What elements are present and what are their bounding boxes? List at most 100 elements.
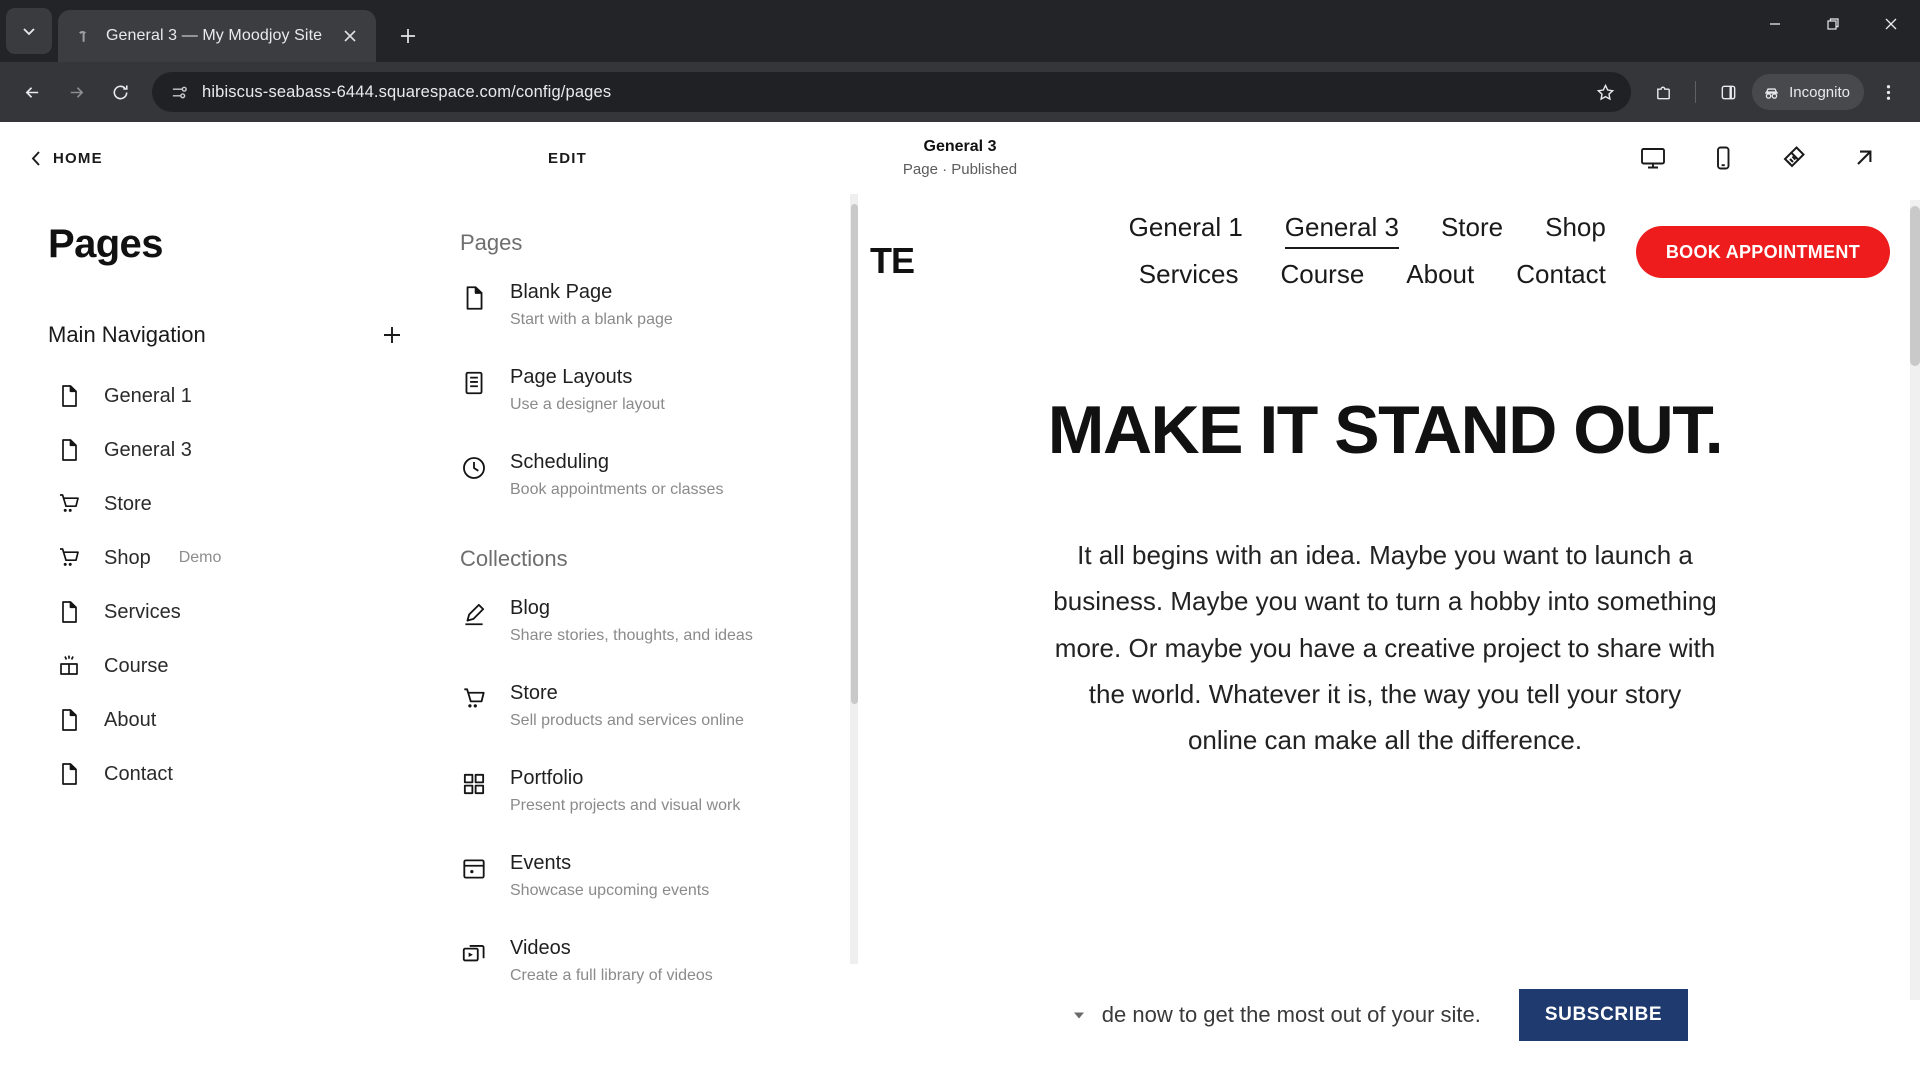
sidebar-item-contact[interactable]: Contact (0, 747, 450, 801)
site-nav-link-general-3[interactable]: General 3 (1284, 212, 1399, 249)
incognito-label: Incognito (1789, 83, 1850, 101)
page-status: Page · Published (902, 160, 1018, 178)
site-preview: TE General 1 General 3 Store Shop Services Co… (850, 194, 1920, 1064)
page-icon (460, 284, 488, 312)
sidebar-item-services[interactable]: Services (0, 585, 450, 639)
book-appointment-button[interactable]: BOOK APPOINTMENT (1635, 226, 1890, 278)
site-nav-link-shop[interactable]: Shop (1545, 212, 1606, 249)
page-icon (56, 383, 82, 409)
add-page-button[interactable] (376, 319, 408, 351)
menu-item-desc: Showcase upcoming events (510, 881, 710, 899)
forward-button[interactable] (56, 72, 96, 112)
menu-item-title: Store (510, 682, 558, 705)
sidebar-item-label: Course (104, 654, 169, 677)
menu-item-videos[interactable]: Videos Create a full library of videos (450, 926, 850, 997)
close-tab-button[interactable] (336, 22, 364, 50)
back-button[interactable] (12, 72, 52, 112)
menu-item-desc: Create a full library of videos (510, 966, 713, 984)
browser-tab[interactable]: General 3 — My Moodjoy Site (58, 10, 377, 62)
sidebar-item-shop[interactable]: Shop Demo (0, 531, 450, 585)
sidebar-item-store[interactable]: Store (0, 477, 450, 531)
address-bar[interactable]: hibiscus-seabass-6444.squarespace.com/co… (152, 72, 1632, 112)
plus-icon (401, 29, 416, 43)
cart-icon (60, 548, 79, 566)
menu-item-portfolio[interactable]: Portfolio Present projects and visual wor… (450, 756, 850, 827)
maximize-window-button[interactable] (1804, 0, 1862, 48)
menu-item-desc: Share stories, thoughts, and ideas (510, 627, 753, 645)
menu-item-store[interactable]: Store Sell products and services online (450, 671, 850, 742)
menu-item-text: Store Sell products and services online (510, 681, 744, 732)
home-label: HOME (53, 149, 103, 167)
minimize-window-button[interactable] (1746, 0, 1804, 48)
sidebar-item-label: Services (104, 600, 181, 623)
menu-item-page-layouts[interactable]: Page Layouts Use a designer layout (450, 355, 850, 426)
tab-strip: General 3 — My Moodjoy Site (0, 0, 1920, 62)
star-icon (1596, 83, 1614, 100)
site-nav-link-contact[interactable]: Contact (1516, 259, 1606, 294)
cart-icon (56, 491, 82, 517)
sidebar-item-general-3[interactable]: General 3 (0, 423, 450, 477)
preview-right-scrollbar-thumb[interactable] (1910, 206, 1920, 366)
grid-icon (463, 773, 485, 795)
page-icon (62, 763, 77, 785)
squarespace-header: HOME EDIT General 3 Page · Published (0, 122, 1920, 194)
site-nav-link-services[interactable]: Services (1139, 259, 1239, 294)
menu-item-events[interactable]: Events Showcase upcoming events (450, 841, 850, 912)
page-icon (56, 707, 82, 733)
menu-item-title: Page Layouts (510, 365, 633, 388)
sidebar-item-general-1[interactable]: General 1 (0, 369, 450, 423)
menu-collections-list: Blog Share stories, thoughts, and ideas St… (450, 586, 850, 996)
subscribe-banner: de now to get the most out of your site.… (850, 964, 1910, 1064)
preview-right-scrollbar[interactable] (1910, 200, 1920, 1000)
page-icon (62, 601, 77, 623)
site-logo[interactable]: TE (870, 240, 915, 282)
menu-item-scheduling[interactable]: Scheduling Book appointments or classes (450, 440, 850, 511)
page-icon (56, 599, 82, 625)
menu-item-text: Blank Page Start with a blank page (510, 280, 673, 331)
desktop-view-button[interactable] (1638, 143, 1668, 173)
window-controls (1746, 0, 1920, 48)
tab-search-button[interactable] (6, 8, 52, 54)
collapse-banner-caret-icon[interactable] (1072, 1008, 1086, 1022)
page-icon (56, 761, 82, 787)
edit-button[interactable]: EDIT (548, 150, 587, 167)
site-styles-button[interactable] (1778, 142, 1810, 174)
main-navigation-header: Main Navigation (0, 319, 450, 351)
menu-item-text: Scheduling Book appointments or classes (510, 450, 723, 501)
site-nav-link-general-1[interactable]: General 1 (1129, 212, 1243, 249)
new-tab-button[interactable] (388, 16, 428, 56)
close-window-button[interactable] (1862, 0, 1920, 48)
side-panel-button[interactable] (1708, 72, 1748, 112)
extensions-button[interactable] (1643, 72, 1683, 112)
subscribe-button[interactable]: SUBSCRIBE (1518, 988, 1689, 1041)
pages-heading: Pages (48, 222, 163, 266)
hero-title[interactable]: MAKE IT STAND OUT. (1030, 394, 1740, 466)
main-navigation-list: General 1 General 3 Store Shop Demo Services C… (0, 369, 450, 801)
home-back-button[interactable]: HOME (30, 150, 103, 167)
minimize-icon (1770, 23, 1780, 25)
squarespace-app: HOME EDIT General 3 Page · Published Pag… (0, 122, 1920, 1064)
tab-title: General 3 — My Moodjoy Site (106, 27, 323, 44)
course-icon (56, 653, 82, 679)
incognito-indicator[interactable]: Incognito (1752, 74, 1864, 110)
site-nav-link-about[interactable]: About (1406, 259, 1474, 294)
caret-down-icon (1073, 1012, 1084, 1018)
mobile-view-button[interactable] (1708, 143, 1738, 173)
sidebar-item-course[interactable]: Course (0, 639, 450, 693)
browser-menu-button[interactable] (1868, 72, 1908, 112)
menu-item-blog[interactable]: Blog Share stories, thoughts, and ideas (450, 586, 850, 657)
site-nav-link-course[interactable]: Course (1280, 259, 1364, 294)
hero-body-text[interactable]: It all begins with an idea. Maybe you wa… (1030, 532, 1740, 763)
pages-sidebar: Pages Main Navigation General 1 General 3… (0, 194, 450, 1064)
open-site-button[interactable] (1850, 144, 1878, 172)
sidebar-item-about[interactable]: About (0, 693, 450, 747)
site-navigation: TE General 1 General 3 Store Shop Services Co… (850, 208, 1920, 294)
site-nav-link-store[interactable]: Store (1441, 212, 1503, 249)
menu-item-blank-page[interactable]: Blank Page Start with a blank page (450, 270, 850, 341)
video-icon (460, 940, 488, 968)
browser-chrome: General 3 — My Moodjoy Site hibiscus-sea… (0, 0, 1920, 122)
bookmark-button[interactable] (1585, 72, 1625, 112)
site-settings-tune-icon[interactable] (166, 79, 192, 105)
reload-button[interactable] (100, 72, 140, 112)
tune-icon (172, 86, 187, 98)
